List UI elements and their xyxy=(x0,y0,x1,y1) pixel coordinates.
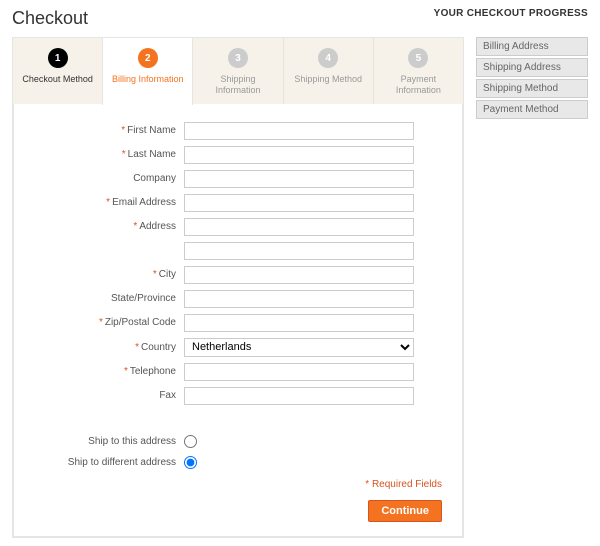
fax-label: Fax xyxy=(34,390,184,401)
state-label: State/Province xyxy=(34,293,184,304)
step-number-icon: 3 xyxy=(228,48,248,68)
billing-form: *First Name *Last Name Company *Email Ad… xyxy=(13,104,463,537)
progress-item-shipping-address[interactable]: Shipping Address xyxy=(476,58,588,77)
step-number-icon: 1 xyxy=(48,48,68,68)
address-field[interactable] xyxy=(184,218,414,236)
ship-same-radio[interactable] xyxy=(184,435,197,448)
first-name-field[interactable] xyxy=(184,122,414,140)
step-label: Shipping Method xyxy=(288,74,369,85)
required-fields-note: * Required Fields xyxy=(365,479,442,490)
progress-item-payment-method[interactable]: Payment Method xyxy=(476,100,588,119)
email-label: *Email Address xyxy=(34,197,184,208)
zip-label: *Zip/Postal Code xyxy=(34,317,184,328)
telephone-field[interactable] xyxy=(184,363,414,381)
zip-field[interactable] xyxy=(184,314,414,332)
telephone-label: *Telephone xyxy=(34,366,184,377)
step-tab-billing-information[interactable]: 2 Billing Information xyxy=(102,37,193,105)
city-label: *City xyxy=(34,269,184,280)
step-number-icon: 4 xyxy=(318,48,338,68)
step-tab-shipping-information[interactable]: 3 Shipping Information xyxy=(193,38,283,104)
checkout-progress: Billing Address Shipping Address Shippin… xyxy=(476,37,588,538)
step-label: Shipping Information xyxy=(197,74,278,96)
progress-title: YOUR CHECKOUT PROGRESS xyxy=(434,8,588,19)
progress-item-shipping-method[interactable]: Shipping Method xyxy=(476,79,588,98)
step-tab-shipping-method[interactable]: 4 Shipping Method xyxy=(284,38,374,104)
state-field[interactable] xyxy=(184,290,414,308)
step-label: Checkout Method xyxy=(17,74,98,85)
fax-field[interactable] xyxy=(184,387,414,405)
step-number-icon: 2 xyxy=(138,48,158,68)
page-title: Checkout xyxy=(12,8,88,29)
step-tab-checkout-method[interactable]: 1 Checkout Method xyxy=(13,38,103,104)
step-number-icon: 5 xyxy=(408,48,428,68)
ship-diff-radio[interactable] xyxy=(184,456,197,469)
last-name-field[interactable] xyxy=(184,146,414,164)
step-label: Payment Information xyxy=(378,74,459,96)
ship-diff-label: Ship to different address xyxy=(34,457,184,468)
step-label: Billing Information xyxy=(107,74,188,85)
step-tab-payment-information[interactable]: 5 Payment Information xyxy=(374,38,463,104)
progress-item-billing-address[interactable]: Billing Address xyxy=(476,37,588,56)
last-name-label: *Last Name xyxy=(34,149,184,160)
country-select[interactable]: Netherlands xyxy=(184,338,414,357)
address2-field[interactable] xyxy=(184,242,414,260)
ship-same-label: Ship to this address xyxy=(34,436,184,447)
city-field[interactable] xyxy=(184,266,414,284)
company-label: Company xyxy=(34,173,184,184)
first-name-label: *First Name xyxy=(34,125,184,136)
country-label: *Country xyxy=(34,342,184,353)
email-field[interactable] xyxy=(184,194,414,212)
company-field[interactable] xyxy=(184,170,414,188)
address-label: *Address xyxy=(34,221,184,232)
checkout-steps: 1 Checkout Method 2 Billing Information … xyxy=(12,37,464,538)
